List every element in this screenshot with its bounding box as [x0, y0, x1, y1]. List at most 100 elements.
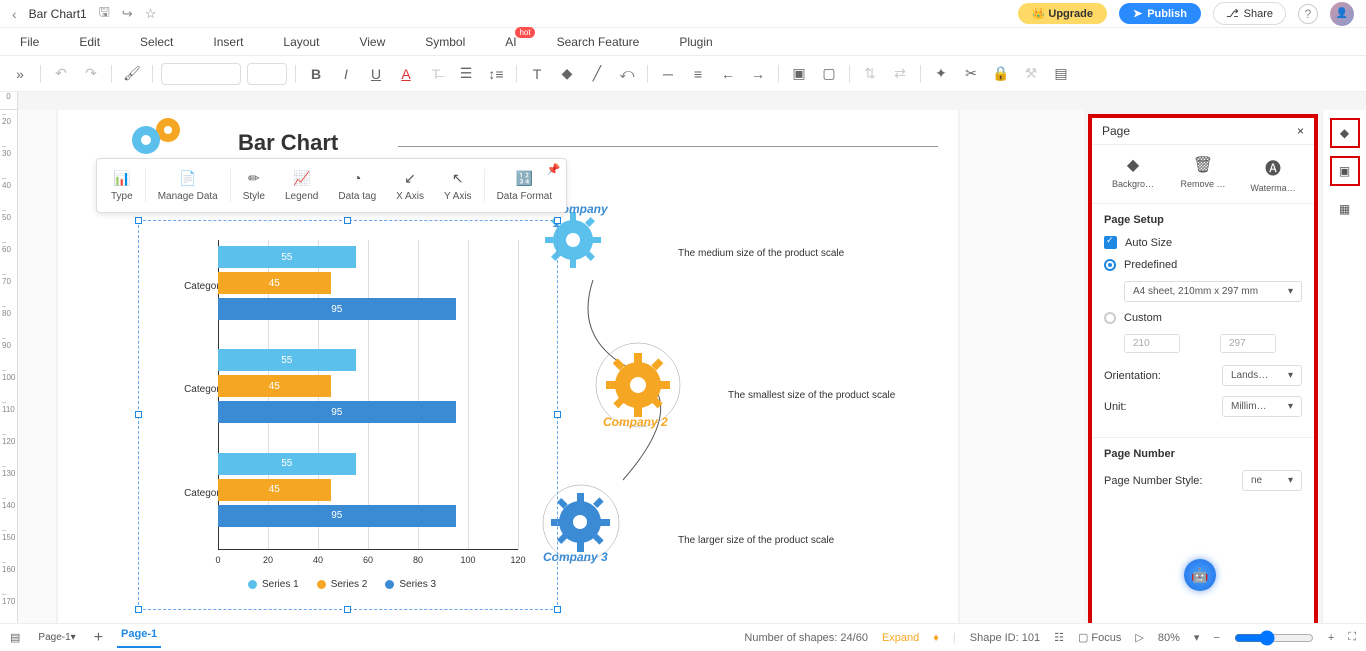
font-size-select[interactable] [247, 63, 287, 85]
unit-select[interactable]: Millim…▾ [1222, 396, 1302, 417]
menu-layout[interactable]: Layout [283, 35, 319, 49]
page-select[interactable]: Page-1 ▾ [34, 630, 79, 645]
bar[interactable]: 55 [218, 453, 356, 475]
watermark-button[interactable]: 🅐Waterma… [1243, 155, 1303, 193]
ct-type[interactable]: 📊Type [101, 165, 143, 206]
bar[interactable]: 55 [218, 349, 356, 371]
upgrade-button[interactable]: 👑 Upgrade [1018, 3, 1107, 24]
custom-radio[interactable] [1104, 312, 1116, 324]
bold-icon[interactable]: B [304, 62, 328, 86]
back-icon[interactable]: ‹ [12, 6, 17, 22]
bar[interactable]: 45 [218, 479, 331, 501]
ct-style[interactable]: ✏Style [233, 165, 275, 206]
height-input[interactable]: 297 [1220, 334, 1276, 353]
legend-item[interactable]: Series 2 [317, 579, 368, 590]
arrow-end-icon[interactable]: → [746, 62, 770, 86]
page-tab[interactable]: Page-1 [117, 628, 161, 648]
gear-company-2[interactable]: Company 2 [603, 350, 673, 420]
share-button[interactable]: ⎇Share [1213, 2, 1286, 25]
handle-tm[interactable] [344, 217, 351, 224]
autosize-checkbox[interactable] [1104, 236, 1117, 249]
avatar[interactable]: 👤 [1330, 2, 1354, 26]
handle-ml[interactable] [135, 411, 142, 418]
expand-link[interactable]: Expand [882, 632, 919, 644]
ct-data-tag[interactable]: ◔Data tag [328, 165, 386, 206]
width-input[interactable]: 210 [1124, 334, 1180, 353]
fullscreen-icon[interactable]: ⛶ [1348, 631, 1356, 644]
canvas[interactable]: Bar Chart 📌 📊Type 📄Manage Data ✏Style 📈L… [58, 110, 958, 630]
bar-chart[interactable]: 020406080100120Category 3554595Category … [158, 240, 538, 590]
align-h-icon[interactable]: ⇅ [858, 62, 882, 86]
connector-icon[interactable]: ⤺ [615, 62, 639, 86]
menu-search-feature[interactable]: Search Feature [557, 35, 640, 49]
ct-yaxis[interactable]: ↖Y Axis [434, 165, 482, 206]
menu-insert[interactable]: Insert [213, 35, 243, 49]
ct-manage-data[interactable]: 📄Manage Data [148, 165, 228, 206]
ct-legend[interactable]: 📈Legend [275, 165, 328, 206]
legend-item[interactable]: Series 1 [248, 579, 299, 590]
bar[interactable]: 95 [218, 401, 456, 423]
gear-company-3[interactable]: Company 3 [548, 490, 613, 555]
align-icon[interactable]: ☰ [454, 62, 478, 86]
pagenum-style-select[interactable]: ne▾ [1242, 470, 1302, 491]
legend-item[interactable]: Series 3 [385, 579, 436, 590]
strike-icon[interactable]: T̶ [424, 62, 448, 86]
gear-company-1[interactable]: Company 1 [543, 210, 603, 270]
menu-select[interactable]: Select [140, 35, 173, 49]
bar[interactable]: 45 [218, 272, 331, 294]
menu-file[interactable]: File [20, 35, 39, 49]
ct-data-format[interactable]: 🔢Data Format [487, 165, 563, 206]
underline-icon[interactable]: U [364, 62, 388, 86]
fill-icon[interactable]: ◆ [555, 62, 579, 86]
help-icon[interactable]: ? [1298, 4, 1318, 24]
focus-button[interactable]: ▢ Focus [1078, 631, 1121, 644]
italic-icon[interactable]: I [334, 62, 358, 86]
predefined-select[interactable]: A4 sheet, 210mm x 297 mm▾ [1124, 281, 1302, 302]
undo-icon[interactable]: ↶ [49, 62, 73, 86]
zoom-out-icon[interactable]: − [1213, 632, 1219, 644]
page-props-button[interactable]: ▣ [1330, 156, 1360, 186]
line-style-icon[interactable]: ─ [656, 62, 680, 86]
menu-edit[interactable]: Edit [79, 35, 100, 49]
line-icon[interactable]: ╱ [585, 62, 609, 86]
crop-icon[interactable]: ✂ [959, 62, 983, 86]
font-family-select[interactable] [161, 63, 241, 85]
more-icon[interactable]: ▤ [1049, 62, 1073, 86]
bar[interactable]: 45 [218, 375, 331, 397]
menu-symbol[interactable]: Symbol [425, 35, 465, 49]
menu-view[interactable]: View [359, 35, 385, 49]
play-icon[interactable]: ▷ [1135, 631, 1143, 644]
publish-button[interactable]: ➤Publish [1119, 3, 1201, 24]
orientation-select[interactable]: Lands…▾ [1222, 365, 1302, 386]
zoom-in-icon[interactable]: + [1328, 632, 1334, 644]
format-painter-icon[interactable]: 🖌 [120, 62, 144, 86]
star-icon[interactable]: ☆ [145, 6, 157, 22]
ct-xaxis[interactable]: ↙X Axis [386, 165, 434, 206]
zoom-slider[interactable] [1234, 630, 1314, 646]
remove-button[interactable]: 🗑Remove … [1173, 155, 1233, 193]
group-icon[interactable]: ▣ [787, 62, 811, 86]
background-button[interactable]: ◆Backgro… [1103, 155, 1163, 193]
add-page-icon[interactable]: + [94, 629, 103, 647]
grid-button[interactable]: ▦ [1330, 194, 1360, 224]
text-icon[interactable]: T [525, 62, 549, 86]
effects-icon[interactable]: ✦ [929, 62, 953, 86]
handle-bm[interactable] [344, 606, 351, 613]
lock-icon[interactable]: 🔒 [989, 62, 1013, 86]
panel-close-icon[interactable]: × [1297, 124, 1304, 138]
zoom-value[interactable]: 80% [1158, 632, 1180, 644]
bar[interactable]: 95 [218, 298, 456, 320]
handle-br[interactable] [554, 606, 561, 613]
predefined-radio[interactable] [1104, 259, 1116, 271]
arrow-start-icon[interactable]: ← [716, 62, 740, 86]
bar[interactable]: 55 [218, 246, 356, 268]
assistant-bubble[interactable]: 🤖 [1184, 559, 1216, 591]
font-color-icon[interactable]: A [394, 62, 418, 86]
ungroup-icon[interactable]: ▢ [817, 62, 841, 86]
tools-icon[interactable]: ⚒ [1019, 62, 1043, 86]
export-icon[interactable]: ↪ [122, 6, 133, 22]
canvas-wrap[interactable]: Bar Chart 📌 📊Type 📄Manage Data ✏Style 📈L… [18, 110, 1084, 651]
bar[interactable]: 95 [218, 505, 456, 527]
handle-tl[interactable] [135, 217, 142, 224]
handle-mr[interactable] [554, 411, 561, 418]
